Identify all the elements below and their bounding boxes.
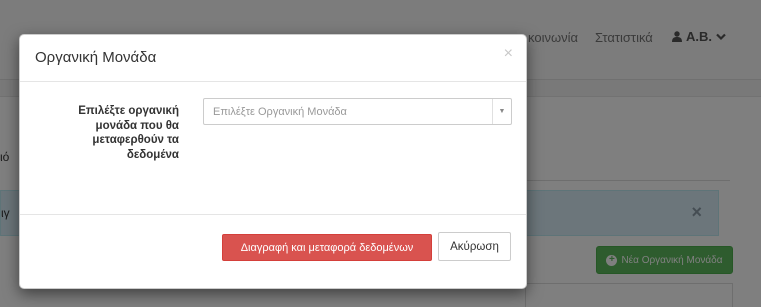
unit-select[interactable]: Επιλέξτε Οργανική Μονάδα ▼ [203,98,512,125]
modal-title: Οργανική Μονάδα [35,49,157,66]
caret-down-icon[interactable]: ▼ [492,99,511,124]
organizational-unit-modal: Οργανική Μονάδα × Επιλέξτε οργανική μονά… [19,34,527,289]
select-unit-label: Επιλέξτε οργανική μονάδα που θα μεταφερθ… [78,105,179,161]
modal-footer: Διαγραφή και μεταφορά δεδομένων Ακύρωση [20,214,526,290]
cancel-button[interactable]: Ακύρωση [438,232,511,261]
close-icon[interactable]: × [504,45,513,63]
modal-body: Επιλέξτε οργανική μονάδα που θα μεταφερθ… [20,83,526,214]
unit-select-placeholder: Επιλέξτε Οργανική Μονάδα [213,106,347,118]
modal-header: Οργανική Μονάδα × [20,35,526,82]
delete-and-transfer-button[interactable]: Διαγραφή και μεταφορά δεδομένων [222,234,432,261]
